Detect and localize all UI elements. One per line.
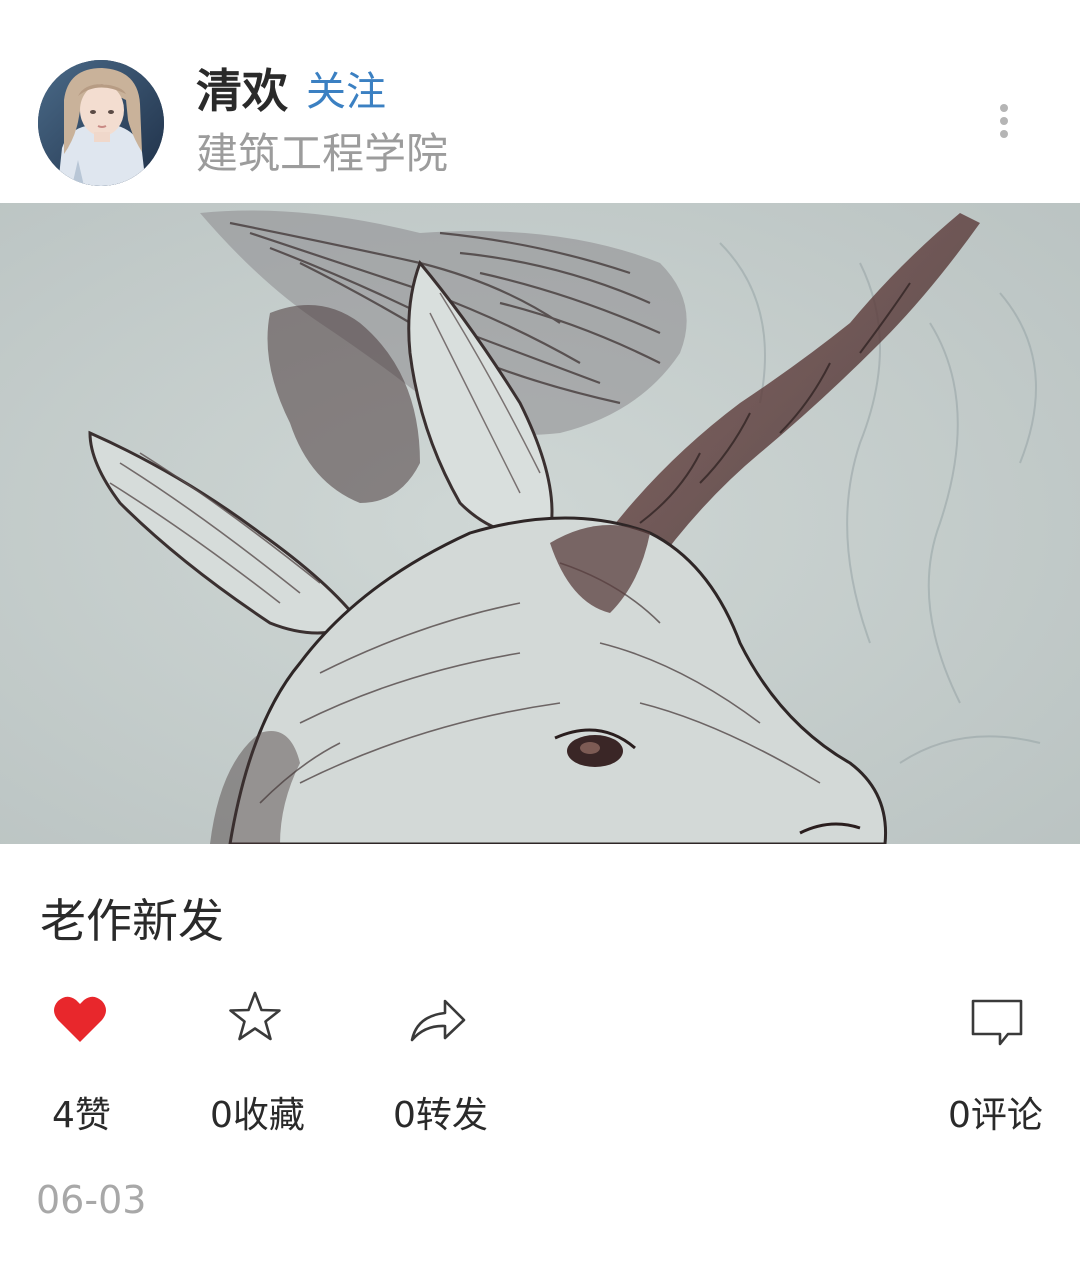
speech-bubble-icon [971,999,1023,1046]
favorite-count: 0收藏 [210,1095,305,1136]
menu-dot [1000,104,1008,112]
share-button[interactable]: 0转发 [385,980,515,1150]
post-date: 06-03 [36,1178,147,1222]
menu-dot [1000,130,1008,138]
star-icon [229,991,281,1041]
like-button[interactable]: 4赞 [40,980,170,1150]
post-image[interactable] [0,203,1080,846]
author-school: 建筑工程学院 [196,129,449,178]
author-name[interactable]: 清欢 [196,62,288,120]
menu-dot [1000,117,1008,125]
like-count: 4赞 [52,1095,111,1136]
follow-button[interactable]: 关注 [306,66,386,118]
share-count: 0转发 [393,1095,488,1136]
post-caption: 老作新发 [40,894,224,948]
share-arrow-icon [410,999,466,1042]
avatar[interactable] [38,60,164,186]
artwork-sketch [0,203,1080,846]
post-header: 清欢 关注 建筑工程学院 [0,0,1080,203]
heart-icon [54,996,106,1042]
more-options-icon[interactable] [984,98,1024,144]
avatar-illustration [38,60,164,186]
comment-count: 0评论 [948,1095,1043,1136]
comment-button[interactable]: 0评论 [940,980,1060,1150]
favorite-button[interactable]: 0收藏 [200,980,330,1150]
